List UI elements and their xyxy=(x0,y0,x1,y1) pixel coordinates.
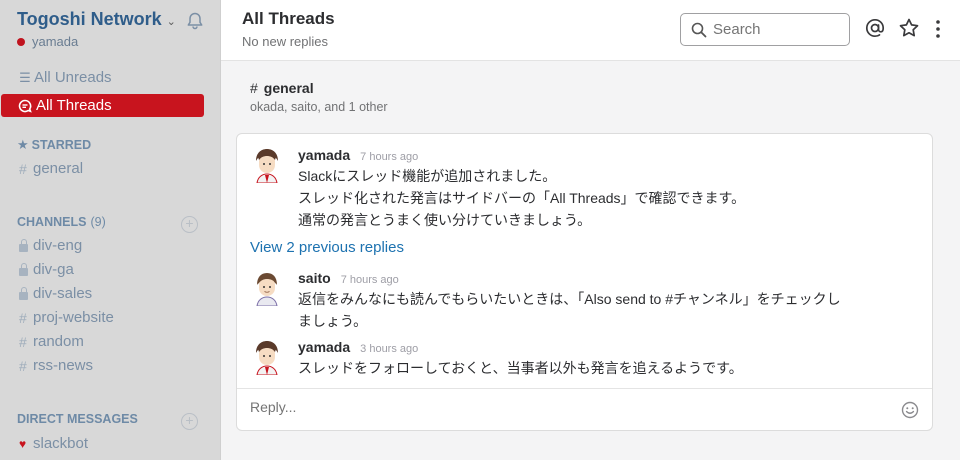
starred-heading-label: STARRED xyxy=(31,138,92,152)
channel-name: rss-news xyxy=(33,357,94,374)
emoji-icon[interactable] xyxy=(901,401,919,419)
direct-messages-heading[interactable]: DIRECT MESSAGES xyxy=(17,412,138,426)
nav-all-unreads-label: All Unreads xyxy=(34,69,112,86)
thread-card: yamada 7 hours ago Slackにスレッド機能が追加されました。… xyxy=(236,133,933,431)
channel-div-eng[interactable]: div-eng xyxy=(19,237,82,254)
heart-icon: ♥ xyxy=(19,436,27,451)
team-name[interactable]: Togoshi Network xyxy=(17,9,162,30)
dm-slackbot[interactable]: ♥ slackbot xyxy=(19,435,88,452)
threads-icon xyxy=(18,99,32,113)
lock-icon xyxy=(19,262,28,276)
channel-rss-news[interactable]: # rss-news xyxy=(19,357,93,374)
message-timestamp[interactable]: 7 hours ago xyxy=(360,151,418,163)
channel-name: div-ga xyxy=(33,261,74,278)
message-text-line: スレッドをフォローしておくと、当事者以外も発言を追えるようです。 xyxy=(298,360,743,376)
channel-name: div-sales xyxy=(33,285,93,302)
view-previous-replies-link[interactable]: View 2 previous replies xyxy=(250,239,404,256)
dm-name: slackbot xyxy=(33,435,89,452)
channel-name: random xyxy=(33,333,84,350)
search-input[interactable] xyxy=(713,21,843,38)
hash-icon: # xyxy=(19,309,27,326)
channel-name: div-eng xyxy=(33,237,83,254)
at-icon[interactable] xyxy=(864,17,886,39)
channels-count: (9) xyxy=(90,215,106,229)
hash-icon: # xyxy=(250,80,258,96)
lock-icon xyxy=(19,238,28,252)
thread-participants: okada, saito, and 1 other xyxy=(250,100,388,114)
add-channel-button[interactable]: + xyxy=(181,216,198,233)
thread-channel-link[interactable]: # general xyxy=(250,80,314,98)
reply-input[interactable] xyxy=(250,399,850,415)
avatar[interactable] xyxy=(252,270,282,306)
direct-messages-heading-label: DIRECT MESSAGES xyxy=(17,412,138,426)
nav-all-unreads[interactable]: ☰ All Unreads xyxy=(17,66,204,89)
message-author[interactable]: saito xyxy=(298,270,331,286)
star-filled-icon: ★ xyxy=(17,137,29,152)
message-text-line: ましょう。 xyxy=(298,313,368,329)
page-title: All Threads xyxy=(242,9,335,28)
channel-div-sales[interactable]: div-sales xyxy=(19,285,92,302)
presence-dot-icon xyxy=(17,37,25,46)
hash-icon: # xyxy=(19,160,27,177)
channel-random[interactable]: # random xyxy=(19,333,84,350)
chevron-down-icon[interactable]: ⌄ xyxy=(167,15,176,28)
lock-icon xyxy=(19,286,28,300)
message-timestamp[interactable]: 3 hours ago xyxy=(360,343,418,355)
message-text-line: スレッド化された発言はサイドバーの「All Threads」で確認できます。 xyxy=(298,190,746,206)
message-text-line: Slackにスレッド機能が追加されました。 xyxy=(298,168,557,184)
reply-composer xyxy=(237,388,932,430)
current-user[interactable]: yamada xyxy=(17,34,78,49)
channels-heading[interactable]: CHANNELS (9) xyxy=(17,215,106,229)
channel-name: proj-website xyxy=(33,309,114,326)
starred-heading[interactable]: ★ STARRED xyxy=(17,137,91,153)
add-direct-message-button[interactable]: + xyxy=(181,413,198,430)
message-author[interactable]: yamada xyxy=(298,147,350,163)
channel-name: general xyxy=(33,160,84,177)
message-text-line: 通常の発言とうまく使い分けていきましょう。 xyxy=(298,212,592,228)
page-subtitle: No new replies xyxy=(242,34,328,49)
team-menu[interactable]: Togoshi Network ⌄ xyxy=(17,9,176,30)
unreads-icon: ☰ xyxy=(19,69,31,85)
message-text-line: 返信をみんなにも読んでもらいたいときは、「Also send to #チャンネル… xyxy=(298,291,841,307)
bell-icon[interactable] xyxy=(185,11,205,31)
search-icon xyxy=(691,22,707,37)
channels-heading-label: CHANNELS xyxy=(17,215,87,229)
kebab-menu-icon[interactable] xyxy=(933,19,943,39)
sidebar: Togoshi Network ⌄ yamada ☰ All Unreads A… xyxy=(0,0,221,460)
thread-channel-name[interactable]: general xyxy=(264,80,314,96)
header: All Threads No new replies xyxy=(221,0,960,61)
message-timestamp[interactable]: 7 hours ago xyxy=(341,274,399,286)
avatar[interactable] xyxy=(252,339,282,375)
nav-all-threads-label: All Threads xyxy=(36,97,112,114)
hash-icon: # xyxy=(19,333,27,350)
channel-div-ga[interactable]: div-ga xyxy=(19,261,74,278)
message-author[interactable]: yamada xyxy=(298,339,350,355)
current-user-name: yamada xyxy=(32,34,79,49)
channel-general[interactable]: # general xyxy=(19,160,83,177)
search-box[interactable] xyxy=(680,13,850,46)
channel-proj-website[interactable]: # proj-website xyxy=(19,309,114,326)
hash-icon: # xyxy=(19,357,27,374)
avatar[interactable] xyxy=(252,147,282,183)
star-icon[interactable] xyxy=(898,17,920,39)
nav-all-threads[interactable]: All Threads xyxy=(1,94,204,117)
